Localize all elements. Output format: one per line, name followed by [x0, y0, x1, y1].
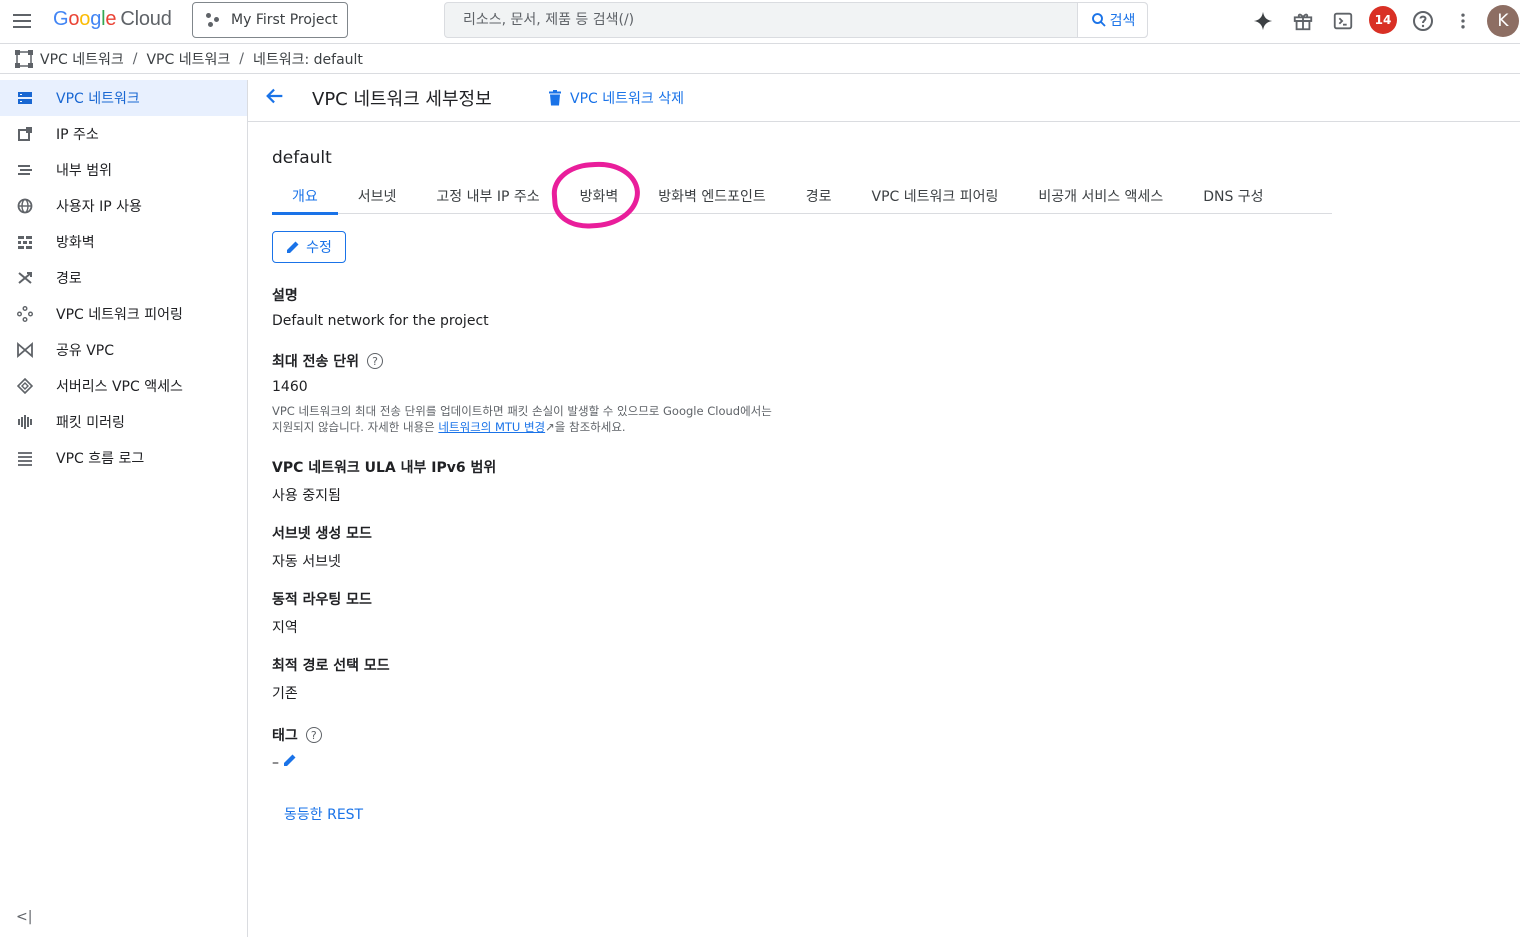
tab-overview[interactable]: 개요	[272, 178, 338, 215]
external-link-icon: ↗	[545, 420, 555, 434]
edit-tags-pencil-icon[interactable]	[283, 754, 297, 771]
main-content: VPC 네트워크 세부정보 VPC 네트워크 삭제 default 개요 서브넷…	[248, 74, 1520, 937]
field-ula-ipv6: VPC 네트워크 ULA 내부 IPv6 범위 사용 중지됨	[272, 460, 497, 504]
notifications-badge[interactable]: 14	[1369, 6, 1397, 34]
shared-vpc-icon	[16, 341, 34, 359]
tab-firewall[interactable]: 방화벽	[560, 178, 639, 214]
more-vert-icon[interactable]	[1450, 8, 1476, 34]
pencil-icon	[287, 241, 299, 253]
top-bar: GoogleCloud My First Project 검색 14 K	[0, 0, 1520, 44]
project-selector-button[interactable]: My First Project	[192, 2, 348, 38]
globe-icon	[16, 197, 34, 215]
menu-icon[interactable]	[10, 10, 34, 34]
ip-address-icon	[16, 125, 34, 143]
project-name: My First Project	[231, 12, 338, 28]
tab-firewall-endpoints[interactable]: 방화벽 엔드포인트	[638, 178, 786, 214]
tab-routes[interactable]: 경로	[786, 178, 852, 214]
resource-name: default	[272, 148, 332, 168]
sidebar-item-shared-vpc[interactable]: 공유 VPC	[0, 332, 247, 368]
sidebar-item-routes[interactable]: 경로	[0, 260, 247, 296]
field-mtu: 최대 전송 단위? 1460	[272, 351, 384, 395]
project-icon	[205, 12, 221, 28]
delete-vpc-button[interactable]: VPC 네트워크 삭제	[548, 88, 684, 108]
vpc-product-icon	[14, 49, 34, 69]
edit-button[interactable]: 수정	[272, 231, 346, 263]
gemini-sparkle-icon[interactable]	[1250, 8, 1276, 34]
sidebar-item-packet-mirroring[interactable]: 패킷 미러링	[0, 404, 247, 440]
google-cloud-logo[interactable]: Google Cloud	[53, 8, 172, 31]
search-button[interactable]: 검색	[1077, 3, 1147, 37]
sidebar-item-flow-logs[interactable]: VPC 흐름 로그	[0, 440, 247, 476]
back-arrow-icon[interactable]	[264, 85, 286, 113]
search-icon	[1091, 13, 1106, 27]
tab-dns-config[interactable]: DNS 구성	[1183, 178, 1283, 214]
tab-subnets[interactable]: 서브넷	[338, 178, 417, 214]
sidebar-item-internal-range[interactable]: 내부 범위	[0, 152, 247, 188]
peering-icon	[16, 305, 34, 323]
firewall-icon	[16, 233, 34, 251]
search-input[interactable]	[445, 3, 1079, 37]
field-tags: 태그? –	[272, 725, 322, 771]
sidebar-item-peering[interactable]: VPC 네트워크 피어링	[0, 296, 247, 332]
trash-icon	[549, 90, 561, 106]
avatar[interactable]: K	[1487, 5, 1519, 37]
internal-range-icon	[16, 161, 34, 179]
help-icon[interactable]: ?	[367, 353, 384, 369]
field-description: 설명 Default network for the project	[272, 288, 489, 329]
tab-static-internal-ip[interactable]: 고정 내부 IP 주소	[416, 178, 559, 214]
tab-private-service-access[interactable]: 비공개 서비스 액세스	[1018, 178, 1183, 214]
field-subnet-mode: 서브넷 생성 모드 자동 서브넷	[272, 526, 372, 570]
breadcrumb-network: 네트워크: default	[252, 51, 363, 68]
sidebar: VPC 네트워크 IP 주소 내부 범위 사용자 IP 사용 방화벽 경로 VP…	[0, 80, 248, 937]
collapse-sidebar-button[interactable]: <|	[16, 909, 32, 925]
tab-vpc-peering[interactable]: VPC 네트워크 피어링	[852, 178, 1019, 214]
breadcrumb-vpc-2[interactable]: VPC 네트워크	[146, 49, 230, 69]
field-routing-mode: 동적 라우팅 모드 지역	[272, 592, 372, 636]
breadcrumb: VPC 네트워크 / VPC 네트워크 / 네트워크: default	[0, 44, 1520, 74]
mtu-change-link[interactable]: 네트워크의 MTU 변경	[438, 420, 545, 434]
tab-bar: 개요 서브넷 고정 내부 IP 주소 방화벽 방화벽 엔드포인트 경로 VPC …	[272, 178, 1332, 215]
sidebar-item-serverless[interactable]: 서버리스 VPC 액세스	[0, 368, 247, 404]
serverless-icon	[16, 377, 34, 395]
search-bar: 검색	[444, 2, 1148, 38]
mtu-note: VPC 네트워크의 최대 전송 단위를 업데이트하면 패킷 손실이 발생할 수 …	[272, 404, 772, 434]
help-icon[interactable]	[1410, 8, 1436, 34]
field-best-path-mode: 최적 경로 선택 모드 기존	[272, 658, 390, 702]
sidebar-item-ip-address[interactable]: IP 주소	[0, 116, 247, 152]
packet-mirroring-icon	[16, 413, 34, 431]
page-header: VPC 네트워크 세부정보 VPC 네트워크 삭제	[248, 74, 1520, 122]
page-title: VPC 네트워크 세부정보	[312, 89, 492, 110]
sidebar-item-vpc-network[interactable]: VPC 네트워크	[0, 80, 247, 116]
flow-logs-icon	[16, 449, 34, 467]
help-icon[interactable]: ?	[305, 727, 322, 743]
breadcrumb-vpc-1[interactable]: VPC 네트워크	[40, 49, 124, 69]
cloud-shell-icon[interactable]	[1330, 8, 1356, 34]
sidebar-item-firewall[interactable]: 방화벽	[0, 224, 247, 260]
vpc-network-icon	[16, 89, 34, 107]
gift-icon[interactable]	[1290, 8, 1316, 34]
equivalent-rest-link[interactable]: 동등한 REST	[284, 804, 363, 824]
sidebar-item-user-ip[interactable]: 사용자 IP 사용	[0, 188, 247, 224]
routes-icon	[16, 269, 34, 287]
